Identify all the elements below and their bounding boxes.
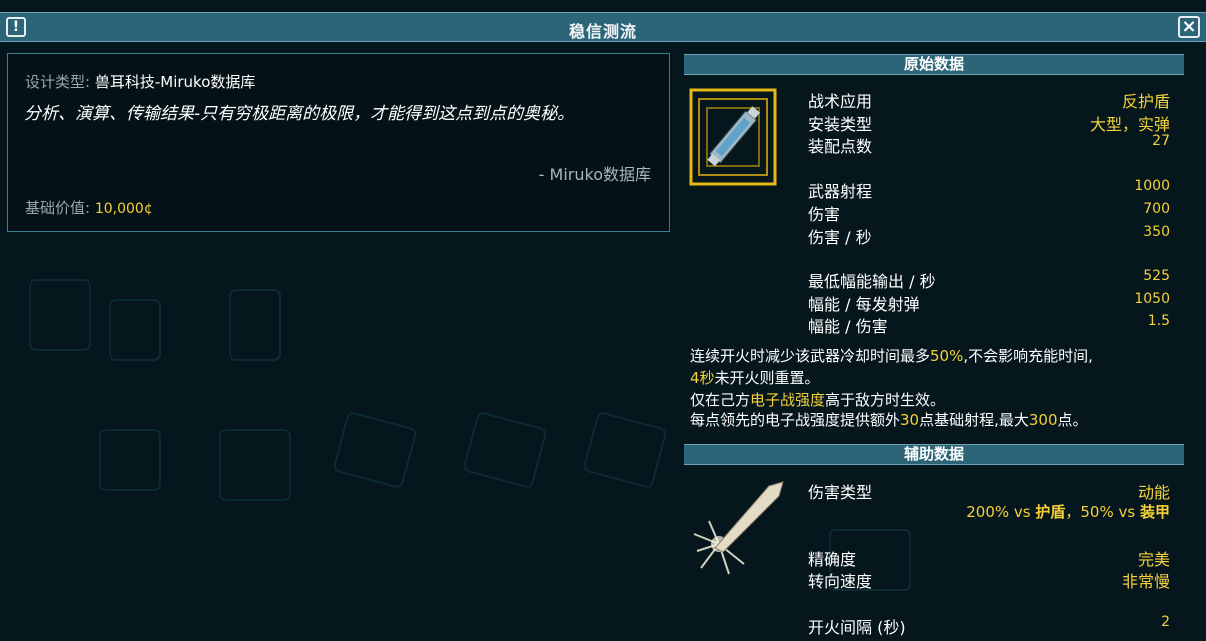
dps-row: 伤害 / 秒 350 xyxy=(808,224,1170,247)
note-line-3: 仅在己方电子战强度高于敌方时生效。 xyxy=(690,389,1190,411)
accuracy-value: 完美 xyxy=(1137,550,1170,569)
tactical-use-value: 反护盾 xyxy=(1121,92,1170,111)
range-label: 武器射程 xyxy=(808,182,873,201)
damage-row: 伤害 700 xyxy=(808,201,1170,224)
note-4a: 每点领先的电子战强度提供额外 xyxy=(690,411,901,429)
damage-value: 700 xyxy=(1143,201,1170,217)
flux-per-damage-label: 幅能 / 伤害 xyxy=(808,317,888,336)
vs-armor-label: 装甲 xyxy=(1139,503,1170,521)
flux-per-damage-value: 1.5 xyxy=(1147,313,1170,329)
range-row: 武器射程 1000 xyxy=(808,178,1170,201)
vs-shield-label: 护盾 xyxy=(1035,503,1066,521)
turn-rate-label: 转向速度 xyxy=(808,572,873,591)
note-3b: 电子战强度 xyxy=(750,391,826,409)
range-value: 1000 xyxy=(1134,178,1170,194)
base-value-label: 基础价值: xyxy=(25,199,91,217)
flavor-quote: 分析、演算、传输结果-只有穷极距离的极限，才能得到这点到点的奥秘。 xyxy=(24,104,575,124)
note-1b: 50% xyxy=(930,347,964,365)
mount-type-value: 大型，实弹 xyxy=(1089,115,1170,134)
refire-row: 开火间隔 (秒) 2 xyxy=(808,614,1170,637)
ancillary-data-header: 辅助数据 xyxy=(684,444,1184,465)
window-title: 稳信测流 xyxy=(568,22,637,41)
mount-type-row: 安装类型 大型，实弹 xyxy=(808,111,1170,134)
tactical-use-label: 战术应用 xyxy=(808,92,873,111)
vs-shield-pct: 200% vs xyxy=(966,503,1031,521)
mount-type-label: 安装类型 xyxy=(808,115,873,134)
min-flux-label: 最低幅能输出 / 秒 xyxy=(808,272,936,291)
description-panel: 设计类型: 兽耳科技-Miruko数据库 分析、演算、传输结果-只有穷极距离的极… xyxy=(7,53,670,232)
op-row: 装配点数 27 xyxy=(808,133,1170,156)
note-4b: 30 xyxy=(900,411,920,429)
dps-value: 350 xyxy=(1143,224,1170,240)
note-2a: 4秒 xyxy=(690,369,715,387)
min-flux-row: 最低幅能输出 / 秒 525 xyxy=(808,268,1170,291)
base-value-row: 基础价值: 10,000¢ xyxy=(25,197,153,218)
note-3a: 仅在己方 xyxy=(690,391,751,409)
kinetic-damage-icon xyxy=(693,481,784,575)
damage-modifiers-row: 200% vs 护盾，50% vs 装甲 xyxy=(808,501,1170,523)
flux-per-shot-label: 幅能 / 每发射弹 xyxy=(808,295,920,314)
design-type-row: 设计类型: 兽耳科技-Miruko数据库 xyxy=(25,71,255,92)
tactical-use-row: 战术应用 反护盾 xyxy=(808,88,1170,111)
min-flux-value: 525 xyxy=(1143,268,1170,284)
damage-label: 伤害 xyxy=(808,205,841,224)
flux-per-shot-value: 1050 xyxy=(1134,291,1170,307)
turn-rate-row: 转向速度 非常慢 xyxy=(808,568,1170,591)
note-line-2: 4秒未开火则重置。 xyxy=(690,367,1190,389)
turn-rate-value: 非常慢 xyxy=(1121,572,1170,591)
accuracy-row: 精确度 完美 xyxy=(808,546,1170,569)
op-value: 27 xyxy=(1152,133,1170,149)
note-4d: 300 xyxy=(1028,411,1058,429)
note-line-1: 连续开火时减少该武器冷却时间最多50%,不会影响充能时间, xyxy=(690,345,1190,367)
design-type-value: 兽耳科技-Miruko数据库 xyxy=(94,73,256,91)
primary-data-header: 原始数据 xyxy=(684,54,1184,75)
refire-value: 2 xyxy=(1161,614,1170,630)
damage-type-value: 动能 xyxy=(1137,483,1170,502)
flux-per-damage-row: 幅能 / 伤害 1.5 xyxy=(808,313,1170,336)
vs-armor-pct: ，50% vs xyxy=(1065,503,1136,521)
base-value: 10,000¢ xyxy=(94,201,153,217)
dps-label: 伤害 / 秒 xyxy=(808,228,872,247)
refire-label: 开火间隔 (秒) xyxy=(808,618,906,637)
note-1a: 连续开火时减少该武器冷却时间最多 xyxy=(690,347,931,365)
damage-type-label: 伤害类型 xyxy=(808,483,873,502)
op-label: 装配点数 xyxy=(808,137,873,156)
note-3c: 高于敌方时生效。 xyxy=(825,391,946,409)
flux-per-shot-row: 幅能 / 每发射弹 1050 xyxy=(808,291,1170,314)
note-line-4: 每点领先的电子战强度提供额外30点基础射程,最大300点。 xyxy=(690,409,1190,431)
note-4e: 点。 xyxy=(1057,411,1088,429)
quote-source: - Miruko数据库 xyxy=(538,165,651,184)
accuracy-label: 精确度 xyxy=(808,550,857,569)
note-2b: 未开火则重置。 xyxy=(714,369,820,387)
close-icon[interactable]: × xyxy=(1178,16,1200,38)
window-title-bar: ! 稳信测流 × xyxy=(0,12,1206,42)
damage-type-row: 伤害类型 动能 xyxy=(808,479,1170,502)
weapon-icon xyxy=(689,88,777,186)
damage-modifiers: 200% vs 护盾，50% vs 装甲 xyxy=(966,501,1170,522)
design-type-label: 设计类型: xyxy=(25,73,91,91)
note-1c: ,不会影响充能时间, xyxy=(963,347,1093,365)
note-4c: 点基础射程,最大 xyxy=(919,411,1029,429)
